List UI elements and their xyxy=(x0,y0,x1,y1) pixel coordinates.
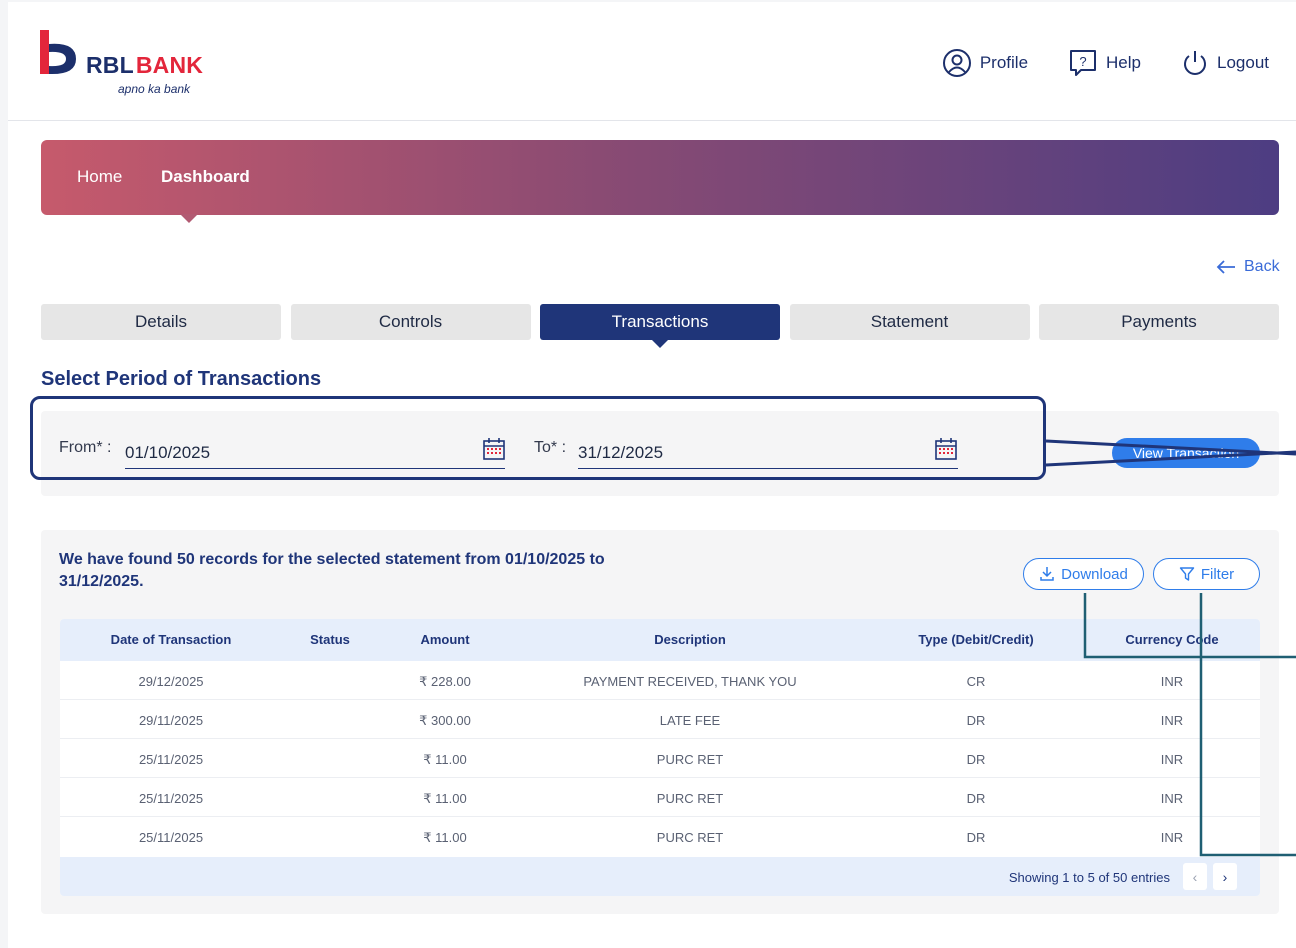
cell-currency: INR xyxy=(1160,752,1184,767)
cell-currency: INR xyxy=(1160,830,1184,845)
filter-button[interactable]: Filter xyxy=(1153,558,1260,590)
logo-rbl-text: RBL xyxy=(86,52,134,78)
column-header-status[interactable]: Status xyxy=(310,632,350,647)
tab-details[interactable]: Details xyxy=(41,304,281,340)
cell-type: DR xyxy=(966,830,986,845)
tab-controls[interactable]: Controls xyxy=(290,304,531,340)
arrow-left-icon xyxy=(1216,260,1235,274)
pagination-next-button[interactable]: › xyxy=(1213,863,1237,890)
table-row[interactable]: 25/11/2025 ₹ 11.00 PURC RET DR INR xyxy=(60,778,1260,817)
logout-label: Logout xyxy=(1217,53,1269,72)
cell-date: 25/11/2025 xyxy=(138,791,204,806)
breadcrumb-banner: Home Dashboard xyxy=(41,140,1279,215)
svg-text:?: ? xyxy=(1079,54,1086,69)
column-header-currency[interactable]: Currency Code xyxy=(1125,632,1218,647)
cell-currency: INR xyxy=(1160,674,1184,689)
page: RBLBANK apno ka bank Profile ? Help Logo… xyxy=(8,2,1296,948)
cell-type: DR xyxy=(966,791,986,806)
table-row[interactable]: 29/12/2025 ₹ 228.00 PAYMENT RECEIVED, TH… xyxy=(60,661,1260,700)
pagination-prev-button[interactable]: ‹ xyxy=(1183,863,1207,890)
tab-statement[interactable]: Statement xyxy=(789,304,1030,340)
table-row[interactable]: 25/11/2025 ₹ 11.00 PURC RET DR INR xyxy=(60,817,1260,856)
filter-icon xyxy=(1179,567,1195,581)
top-nav: Profile ? Help Logout xyxy=(902,48,1269,78)
top-header: RBLBANK apno ka bank Profile ? Help Logo… xyxy=(8,2,1296,121)
cell-date: 29/12/2025 xyxy=(138,674,204,689)
power-icon xyxy=(1184,51,1206,75)
cell-currency: INR xyxy=(1160,791,1184,806)
download-button[interactable]: Download xyxy=(1023,558,1144,590)
rbl-logo-mark-icon xyxy=(40,30,76,75)
profile-link[interactable]: Profile xyxy=(942,48,1028,78)
logo-tagline: apno ka bank xyxy=(118,82,191,96)
cell-type: DR xyxy=(966,752,986,767)
breadcrumb-pointer xyxy=(180,214,198,223)
cell-description: LATE FEE xyxy=(659,713,721,728)
logo-wordmark: RBLBANK xyxy=(86,52,203,79)
filter-label: Filter xyxy=(1200,565,1235,583)
table-row[interactable]: 25/11/2025 ₹ 11.00 PURC RET DR INR xyxy=(60,739,1260,778)
breadcrumb-home[interactable]: Home xyxy=(77,167,122,187)
back-link[interactable]: Back xyxy=(1216,258,1280,276)
results-summary: We have found 50 records for the selecte… xyxy=(59,551,605,590)
help-label: Help xyxy=(1106,53,1141,72)
cell-type: CR xyxy=(966,674,986,689)
profile-icon xyxy=(942,49,971,77)
help-link[interactable]: ? Help xyxy=(1068,48,1141,78)
profile-label: Profile xyxy=(979,53,1029,72)
cell-amount: ₹ 11.00 xyxy=(423,830,467,845)
cell-amount: ₹ 11.00 xyxy=(423,791,467,806)
help-icon: ? xyxy=(1070,50,1097,76)
cell-description: PAYMENT RECEIVED, THANK YOU xyxy=(583,674,797,689)
cell-type: DR xyxy=(966,713,986,728)
cell-date: 25/11/2025 xyxy=(138,752,204,767)
view-transaction-button[interactable]: View Transaction xyxy=(1112,438,1260,468)
table-header: Date of Transaction Status Amount Descri… xyxy=(60,619,1260,661)
cell-amount: ₹ 300.00 xyxy=(419,713,471,728)
column-header-description[interactable]: Description xyxy=(654,632,726,647)
transactions-table: Date of Transaction Status Amount Descri… xyxy=(60,619,1260,896)
breadcrumb-dashboard[interactable]: Dashboard xyxy=(161,167,250,187)
logout-link[interactable]: Logout xyxy=(1181,49,1269,77)
cell-date: 29/11/2025 xyxy=(138,713,204,728)
table-footer: Showing 1 to 5 of 50 entries ‹ › xyxy=(60,857,1260,896)
period-section-title: Select Period of Transactions xyxy=(41,368,322,390)
column-header-amount[interactable]: Amount xyxy=(420,632,469,647)
cell-description: PURC RET xyxy=(656,830,724,845)
account-tabs: Details Controls Transactions Statement … xyxy=(41,304,1279,348)
column-header-date[interactable]: Date of Transaction xyxy=(111,632,232,647)
pagination-info: Showing 1 to 5 of 50 entries xyxy=(1008,870,1170,885)
date-range-highlight xyxy=(30,396,1046,480)
cell-currency: INR xyxy=(1160,713,1184,728)
column-header-type[interactable]: Type (Debit/Credit) xyxy=(918,632,1033,647)
cell-description: PURC RET xyxy=(656,791,724,806)
cell-amount: ₹ 11.00 xyxy=(423,752,467,767)
download-icon xyxy=(1040,567,1054,581)
tab-payments[interactable]: Payments xyxy=(1039,304,1279,340)
cell-date: 25/11/2025 xyxy=(138,830,204,845)
tab-transactions[interactable]: Transactions xyxy=(540,304,780,348)
cell-amount: ₹ 228.00 xyxy=(419,674,471,689)
cell-description: PURC RET xyxy=(656,752,724,767)
rbl-logo[interactable]: RBLBANK apno ka bank xyxy=(40,28,220,98)
download-label: Download xyxy=(1061,565,1128,583)
logo-bank-text: BANK xyxy=(135,52,204,78)
back-label: Back xyxy=(1244,258,1280,275)
table-row[interactable]: 29/11/2025 ₹ 300.00 LATE FEE DR INR xyxy=(60,700,1260,739)
